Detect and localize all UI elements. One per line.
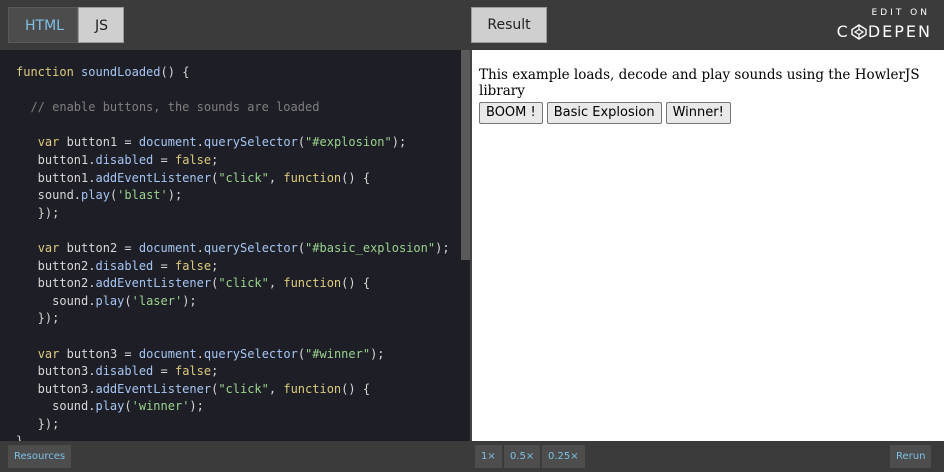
code-line: }); <box>16 311 60 326</box>
code-line: sound.play('laser'); <box>16 293 197 308</box>
codepen-cube-icon <box>851 23 867 40</box>
pane-divider[interactable] <box>470 50 472 441</box>
tab-js[interactable]: JS <box>78 7 124 43</box>
code-line: button3.addEventListener("click", functi… <box>16 381 371 396</box>
code-line: var button1 = document.querySelector("#e… <box>37 135 407 150</box>
codepen-logo-left: C <box>836 22 850 41</box>
rerun-button[interactable]: Rerun <box>890 445 932 468</box>
code-line: button1.addEventListener("click", functi… <box>16 170 371 185</box>
code-line: button1.disabled = false; <box>16 152 219 167</box>
code-line: button3.disabled = false; <box>16 364 219 379</box>
code-line: function soundLoaded() { <box>16 65 190 79</box>
result-description: This example loads, decode and play soun… <box>479 67 920 99</box>
zoom-0-25x-button[interactable]: 0.25× <box>542 445 585 468</box>
resources-button[interactable]: Resources <box>8 445 72 468</box>
codepen-logo: C DEPEN <box>837 22 932 41</box>
edit-on-codepen-link[interactable]: EDIT ON C DEPEN <box>834 7 932 43</box>
tab-result[interactable]: Result <box>471 7 547 43</box>
code-line: var button2 = document.querySelector("#b… <box>37 240 450 255</box>
boom-button[interactable]: BOOM ! <box>479 102 543 124</box>
edit-on-label: EDIT ON <box>871 8 930 18</box>
code-line: sound.play('winner'); <box>16 399 204 414</box>
bottom-bar: Resources 1× 0.5× 0.25× Rerun <box>0 441 944 472</box>
result-frame: This example loads, decode and play soun… <box>470 50 944 441</box>
code-line: // enable buttons, the sounds are loaded <box>16 100 320 115</box>
code-line: }); <box>16 416 60 431</box>
codepen-logo-right: DEPEN <box>867 22 932 41</box>
winner-button[interactable]: Winner! <box>665 102 731 124</box>
code-line: sound.play('blast'); <box>16 188 183 203</box>
code-line: button2.disabled = false; <box>16 258 219 273</box>
sound-buttons: BOOM ! Basic Explosion Winner! <box>479 102 731 124</box>
basic-explosion-button[interactable]: Basic Explosion <box>546 102 662 124</box>
tab-html[interactable]: HTML <box>8 7 78 43</box>
code-line: }); <box>16 205 60 220</box>
js-editor[interactable]: function soundLoaded() { // enable butto… <box>0 50 470 441</box>
zoom-1x-button[interactable]: 1× <box>475 445 502 468</box>
code-line: var button3 = document.querySelector("#w… <box>37 346 385 361</box>
code-content[interactable]: function soundLoaded() { // enable butto… <box>16 64 450 441</box>
code-line: button2.addEventListener("click", functi… <box>16 276 371 291</box>
editor-tabs: HTML JS <box>8 7 124 43</box>
zoom-0-5x-button[interactable]: 0.5× <box>504 445 541 468</box>
editor-scrollbar[interactable] <box>461 50 470 260</box>
top-bar: HTML JS Result EDIT ON C DEPEN <box>0 0 944 50</box>
code-line: } <box>16 433 450 441</box>
